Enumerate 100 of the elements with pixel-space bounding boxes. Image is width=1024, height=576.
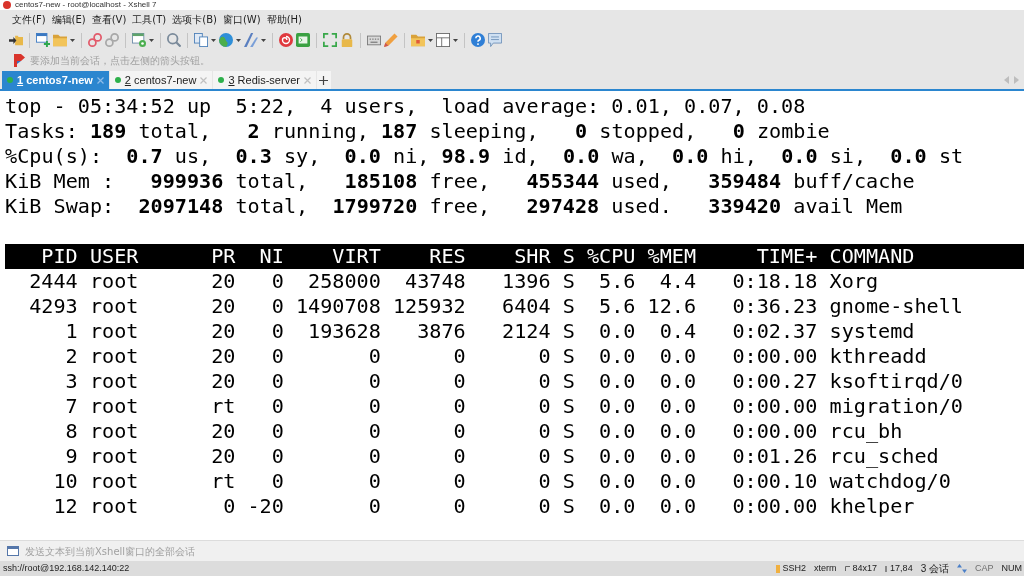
table-cell: 0 (538, 344, 551, 368)
caret-icon[interactable] (428, 38, 433, 42)
table-cell: ksoftirqd/0 (829, 369, 963, 393)
lock-icon[interactable] (340, 33, 354, 47)
table-cell: 5.6 (599, 269, 636, 293)
table-cell: 0:00.00 (732, 394, 818, 418)
table-cell: 0 (453, 344, 466, 368)
table-cell: 0:00.00 (732, 494, 818, 518)
table-cell: Xorg (829, 269, 878, 293)
search-icon[interactable] (167, 33, 181, 47)
menu-item[interactable]: 帮助(H) (264, 13, 304, 27)
table-cell: gnome-shell (829, 294, 963, 318)
table-cell: 193628 (308, 319, 381, 343)
column-header: NI (259, 244, 284, 268)
column-header: USER (89, 244, 139, 268)
table-cell: 20 (211, 294, 236, 318)
column-header: RES (429, 244, 466, 268)
table-cell: root (89, 369, 139, 393)
table-cell: 0.0 (599, 444, 636, 468)
table-cell: systemd (829, 319, 915, 343)
swirl-icon[interactable] (279, 33, 293, 47)
table-cell: 0 (453, 419, 466, 443)
tab[interactable]: 3 Redis-server (213, 71, 316, 89)
table-cell: -20 (247, 494, 284, 518)
table-cell: S (562, 394, 575, 418)
tab[interactable]: 1 centos7-new (2, 71, 109, 89)
window-icon[interactable] (7, 546, 19, 556)
column-header: S (562, 244, 575, 268)
session-count-label: 3 会话 (920, 562, 949, 575)
terminal-line: KiB Mem : 999936 total, 185108 free, 455344 used, 359484 buff/cache (5, 169, 915, 194)
arrow-folder-icon[interactable] (9, 33, 23, 47)
caret-icon[interactable] (261, 38, 266, 42)
plus-icon[interactable] (319, 75, 329, 85)
close-icon[interactable] (96, 76, 104, 84)
terminal-size-label: 84x17 (852, 562, 878, 575)
table-cell: 2124 (502, 319, 551, 343)
table-cell: 0 (271, 419, 284, 443)
table-cell: 0 (271, 394, 284, 418)
cursor-position-label: 17,84 (890, 562, 913, 575)
caret-icon[interactable] (149, 38, 154, 42)
corner-brackets-icon[interactable] (323, 33, 337, 47)
table-cell: 0 (271, 344, 284, 368)
table-cell: 2 (65, 344, 78, 368)
table-cell: root (89, 444, 139, 468)
table-cell: 0 (223, 494, 236, 518)
terminal-line: %Cpu(s): 0.7 us, 0.3 sy, 0.0 ni, 98.9 id, 0.0 wa, 0.0 hi, 0.0 si, 0.0 st (5, 144, 964, 169)
linked-rings-icon[interactable] (88, 33, 102, 47)
table-cell: 20 (211, 344, 236, 368)
table-cell: 0 (368, 344, 381, 368)
table-cell: 3876 (417, 319, 466, 343)
table-cell: 0 (368, 419, 381, 443)
column-header: COMMAND (829, 244, 915, 268)
layout-icon[interactable] (436, 33, 450, 47)
keyboard-icon[interactable] (367, 33, 381, 47)
table-cell: 0.0 (659, 344, 697, 368)
caret-icon[interactable] (236, 38, 241, 42)
bar-icon (775, 564, 780, 573)
table-cell: 0 (538, 444, 551, 468)
window-plus-icon[interactable] (36, 33, 50, 47)
menu-item[interactable]: 选项卡(B) (170, 13, 219, 27)
table-cell: 20 (211, 369, 236, 393)
caret-icon[interactable] (211, 38, 216, 42)
table-cell: 0:00.27 (732, 369, 818, 393)
table-cell: 0.0 (659, 394, 697, 418)
caret-icon[interactable] (453, 38, 458, 42)
table-cell: 0:00.00 (732, 344, 818, 368)
protocol-label: SSH2 (782, 562, 807, 575)
close-icon[interactable] (200, 76, 208, 84)
chat-bubble-icon[interactable] (488, 33, 502, 47)
copy-icon[interactable] (194, 33, 208, 47)
menu-item[interactable]: 查看(V) (89, 13, 129, 27)
help-icon[interactable] (471, 33, 485, 47)
close-icon[interactable] (303, 76, 311, 84)
menu-item[interactable]: 文件(F) (10, 13, 48, 27)
table-cell: 0:02.37 (732, 319, 818, 343)
caret-icon[interactable] (70, 38, 75, 42)
compose-field[interactable]: 发送文本到当前Xshell窗口的全部会话 (25, 543, 225, 559)
caps-lock-indicator: CAP (975, 562, 994, 575)
linked-rings-icon[interactable] (105, 33, 119, 47)
app-logo-icon (3, 1, 11, 9)
table-cell: kthreadd (829, 344, 927, 368)
table-cell: 0.0 (599, 369, 636, 393)
table-cell: rcu_sched (829, 444, 939, 468)
flag-icon[interactable] (14, 53, 26, 67)
table-cell: 0 (271, 294, 284, 318)
new-tab-button[interactable] (316, 71, 331, 89)
menu-item[interactable]: 工具(T) (130, 13, 169, 27)
table-cell: 0 (271, 469, 284, 493)
table-cell: 3 (65, 369, 78, 393)
table-cell: 125932 (393, 294, 466, 318)
pencil-icon[interactable] (384, 33, 398, 47)
table-cell: 0.0 (599, 344, 636, 368)
menu-item[interactable]: 窗口(W) (220, 13, 263, 27)
connection-address: ssh://root@192.168.142.140:22 (3, 562, 130, 575)
status-dot-icon (114, 77, 121, 83)
menu-item[interactable]: 编辑(E) (49, 13, 88, 27)
column-header: %MEM (647, 244, 697, 268)
table-cell: 0 (538, 419, 551, 443)
terminal-icon[interactable] (296, 33, 310, 47)
tab[interactable]: 2 centos7-new (109, 71, 213, 89)
